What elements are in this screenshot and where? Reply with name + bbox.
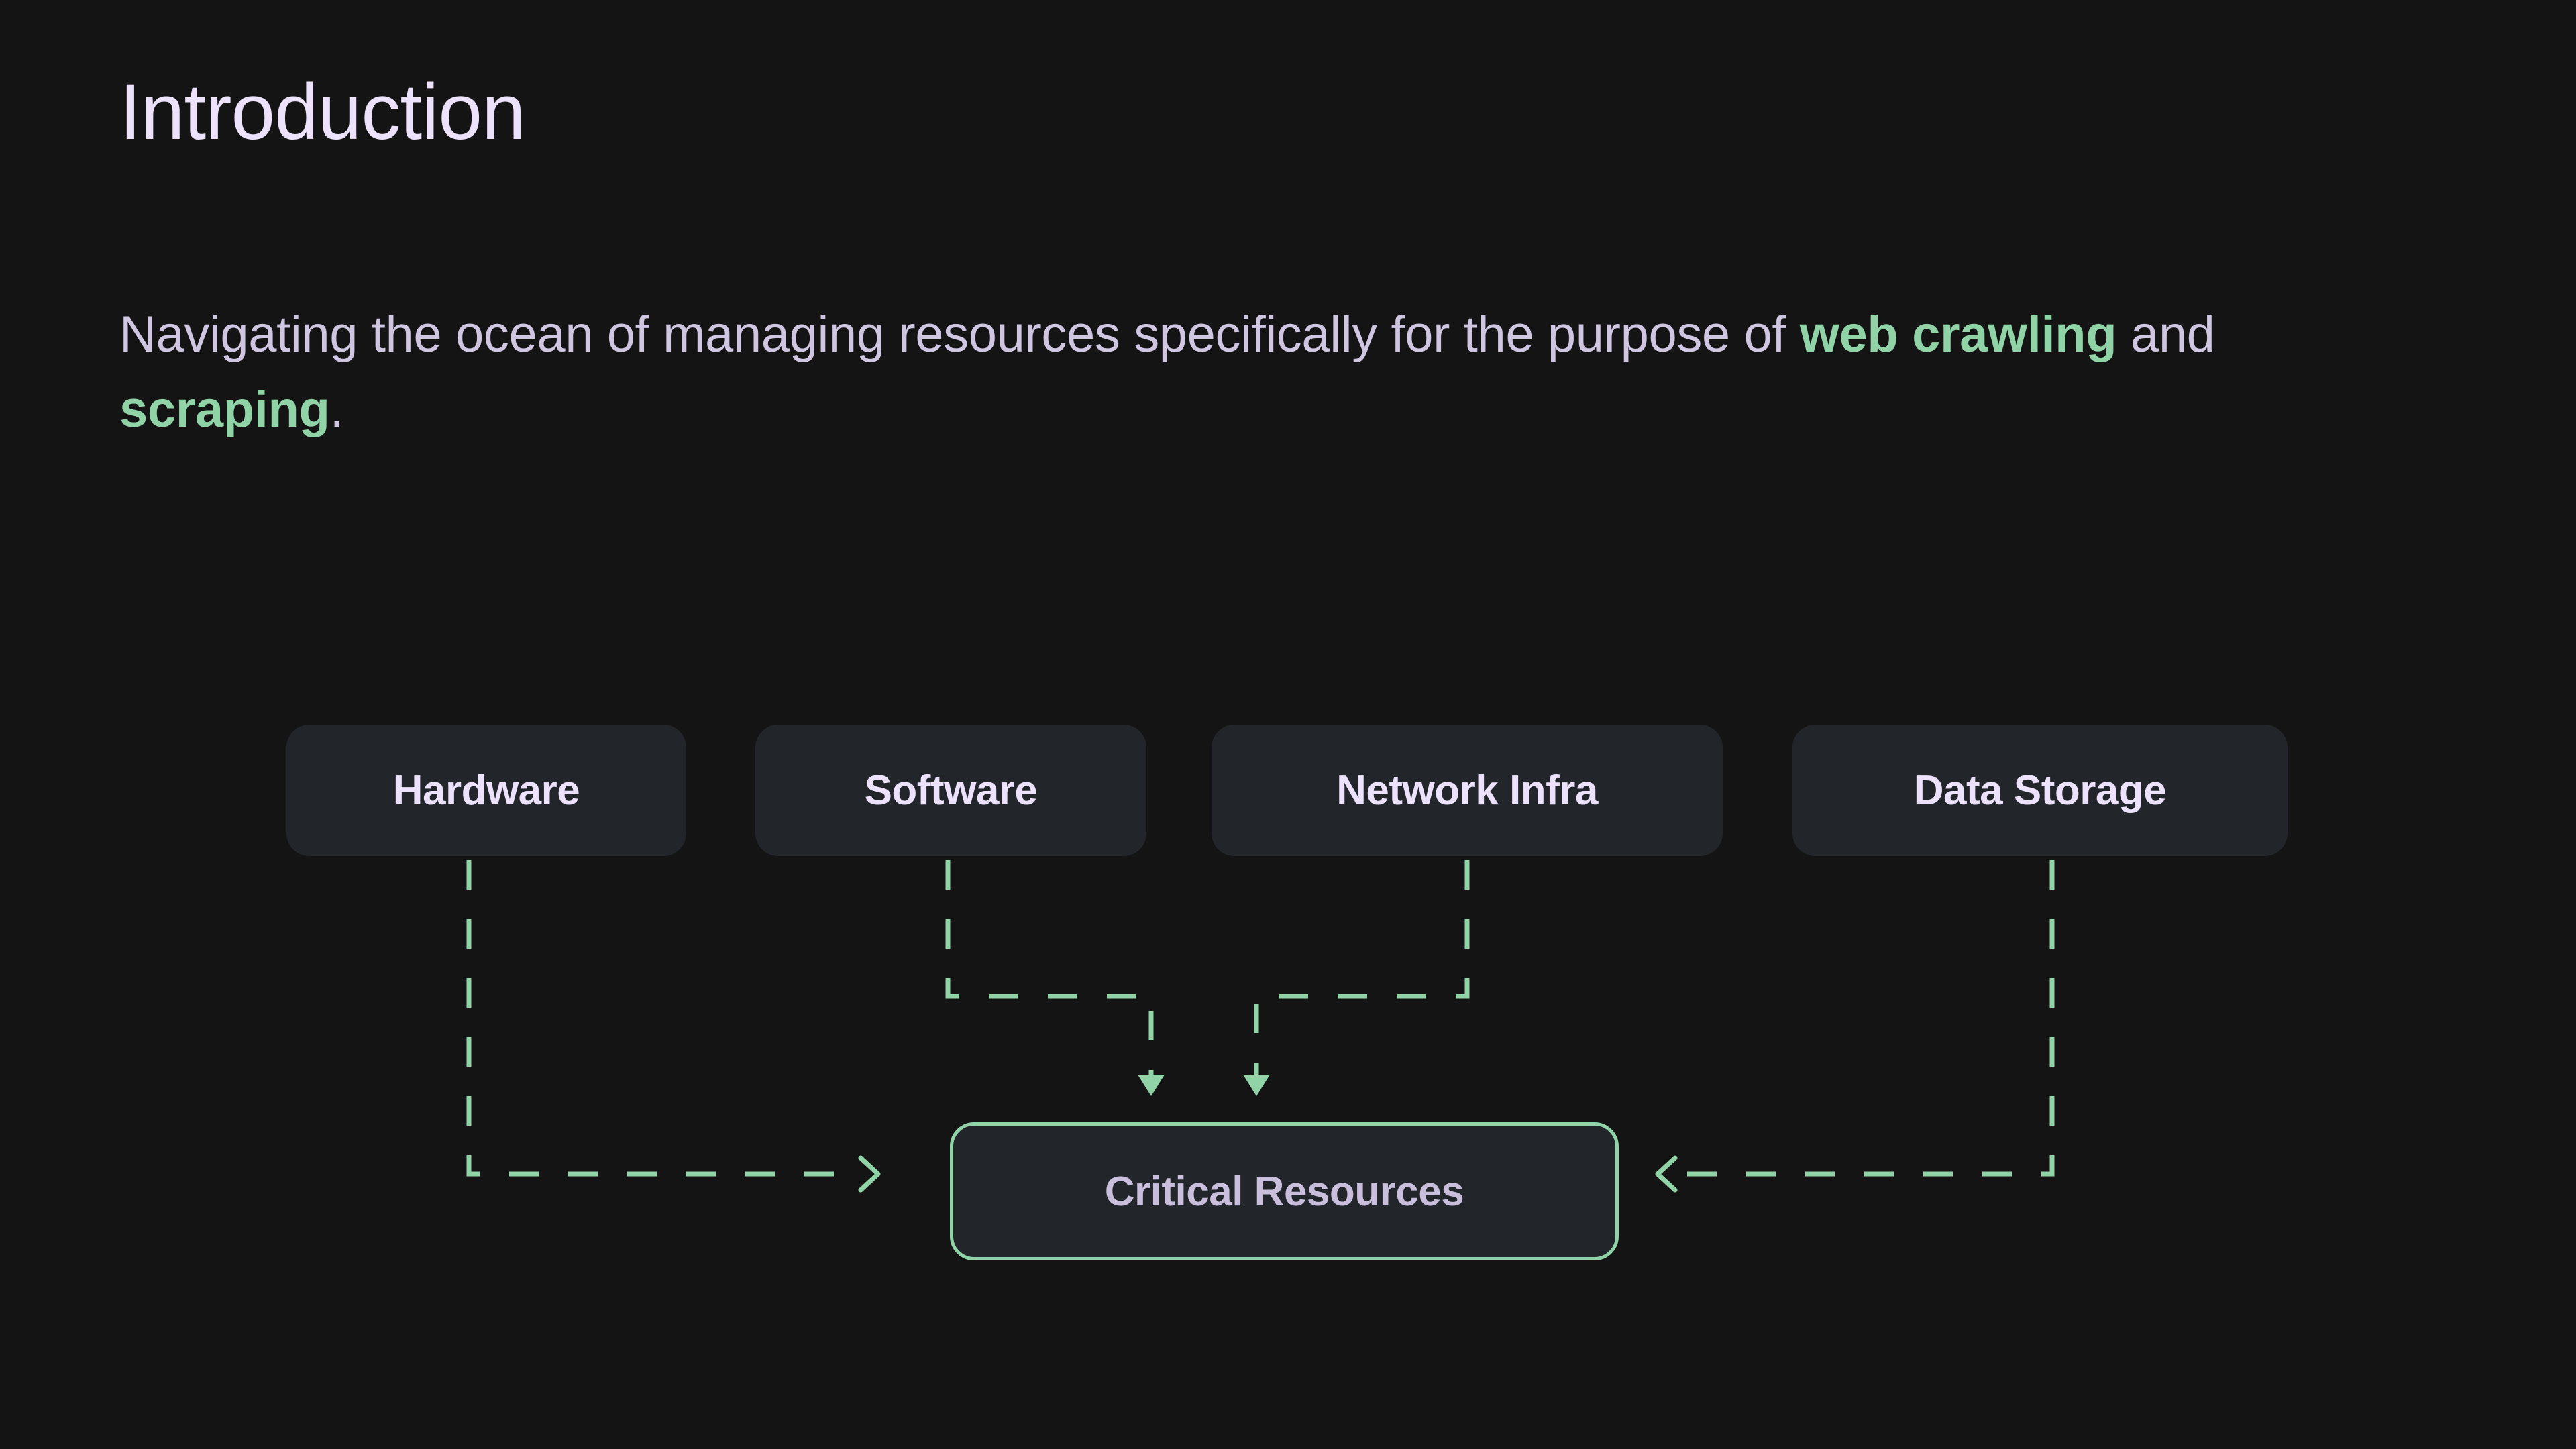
slide-canvas: Introduction Navigating the ocean of man… — [0, 0, 2576, 1449]
node-hardware-label: Hardware — [392, 767, 580, 814]
arrowhead-triangle-down-network-icon — [1243, 1075, 1270, 1096]
edge-software-to-critical — [945, 860, 1154, 1075]
node-network-infra-label: Network Infra — [1336, 767, 1598, 814]
node-data-storage-label: Data Storage — [1913, 767, 2167, 814]
resources-flow-diagram: Hardware Software Network Infra Data Sto… — [0, 0, 2576, 1449]
node-network-infra[interactable]: Network Infra — [1212, 724, 1723, 856]
node-software[interactable]: Software — [755, 724, 1146, 856]
edge-hardware-to-critical — [466, 860, 856, 1177]
arrowhead-chevron-left-icon — [1655, 1155, 1678, 1193]
arrowhead-chevron-right-icon — [858, 1155, 881, 1193]
node-critical-resources[interactable]: Critical Resources — [950, 1122, 1619, 1260]
edge-network-to-critical — [1254, 860, 1470, 1075]
node-critical-resources-label: Critical Resources — [1104, 1168, 1464, 1215]
arrowhead-triangle-down-software-icon — [1138, 1075, 1165, 1096]
node-software-label: Software — [864, 767, 1038, 814]
node-hardware[interactable]: Hardware — [286, 724, 686, 856]
edge-storage-to-critical — [1680, 860, 2055, 1177]
node-data-storage[interactable]: Data Storage — [1792, 724, 2288, 856]
